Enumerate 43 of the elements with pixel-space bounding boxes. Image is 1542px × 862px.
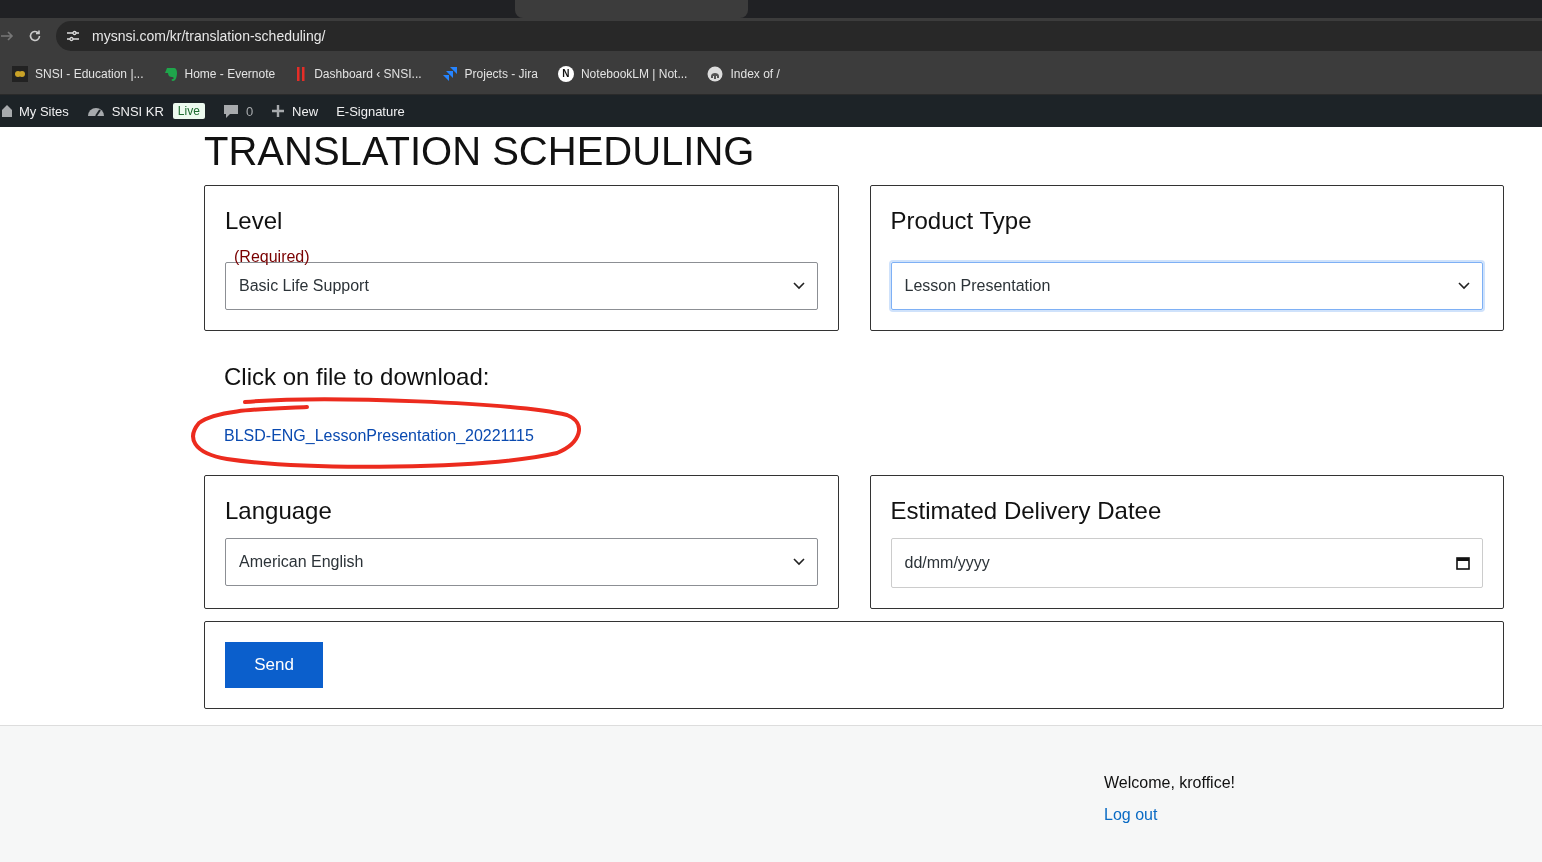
download-heading: Click on file to download: bbox=[224, 363, 491, 391]
bookmark[interactable]: Home - Evernote bbox=[163, 65, 276, 82]
forward-arrow-icon[interactable] bbox=[0, 28, 14, 43]
chevron-down-icon bbox=[792, 558, 805, 566]
bars-icon bbox=[295, 65, 308, 82]
plus-icon[interactable] bbox=[271, 104, 286, 118]
field-label: Estimated Delivery Datee bbox=[890, 496, 1163, 526]
welcome-text: Welcome, kroffice! bbox=[1104, 774, 1235, 792]
elephant-icon bbox=[707, 65, 724, 82]
required-note: (Required) bbox=[234, 248, 310, 265]
admin-bar-link[interactable]: E-Signature bbox=[336, 103, 405, 119]
chevron-down-icon bbox=[1458, 282, 1470, 290]
bookmark[interactable]: Dashboard ‹ SNSI... bbox=[295, 65, 422, 82]
send-button[interactable]: Send bbox=[225, 642, 323, 688]
chevron-stack-icon bbox=[441, 65, 458, 82]
site-logo-icon bbox=[12, 65, 28, 82]
select-field[interactable]: American English bbox=[225, 538, 818, 586]
house-icon[interactable] bbox=[2, 104, 12, 118]
bookmark[interactable]: Index of / bbox=[707, 65, 780, 82]
admin-bar-link[interactable]: My Sites bbox=[19, 103, 69, 119]
comment-bubble-icon[interactable] bbox=[222, 103, 239, 119]
letter-icon: N bbox=[557, 65, 574, 82]
field-label: Language bbox=[225, 496, 333, 526]
chevron-down-icon bbox=[792, 282, 805, 290]
page-title: TRANSLATION SCHEDULING bbox=[204, 131, 756, 171]
date-field[interactable]: dd/mm/yyyy bbox=[890, 538, 1483, 588]
reload-icon[interactable] bbox=[28, 28, 42, 43]
address-bar[interactable]: mysnsi.com/kr/translation-scheduling/ bbox=[56, 20, 1542, 51]
field-label: Product Type bbox=[890, 206, 1033, 236]
site-settings-icon[interactable] bbox=[66, 29, 80, 42]
admin-bar-link[interactable]: SNSI KR bbox=[111, 103, 164, 119]
bookmark[interactable]: Projects - Jira bbox=[441, 65, 538, 82]
bookmark[interactable]: SNSI - Education |... bbox=[12, 65, 144, 82]
comment-count[interactable]: 0 bbox=[245, 103, 254, 119]
field-label: Level bbox=[225, 206, 284, 236]
bookmark[interactable]: N NotebookLM | Not... bbox=[557, 65, 688, 82]
elephant-head-icon bbox=[163, 65, 178, 82]
live-badge: Live bbox=[172, 103, 205, 119]
log-out-link[interactable]: Log out bbox=[1104, 806, 1235, 824]
select-field[interactable]: Lesson Presentation bbox=[890, 262, 1483, 310]
file-download-link[interactable]: BLSD-ENG_LessonPresentation_20221115 bbox=[224, 427, 534, 444]
admin-bar-link[interactable]: New bbox=[292, 103, 319, 119]
calendar-icon[interactable] bbox=[1456, 556, 1470, 570]
